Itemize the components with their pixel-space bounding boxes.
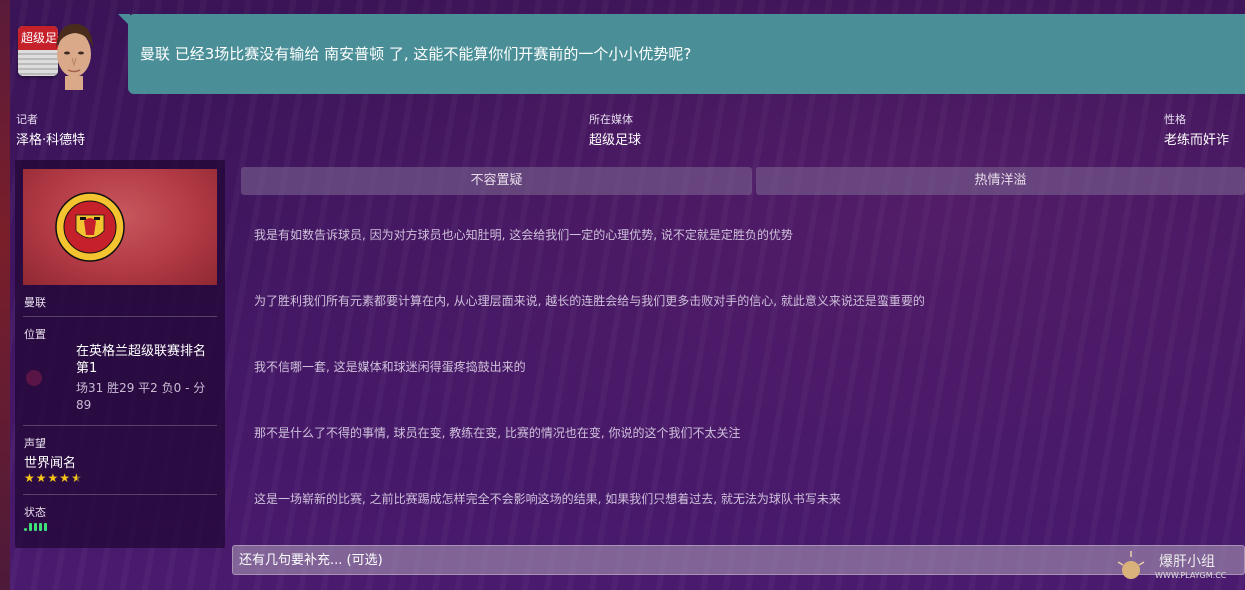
response-option[interactable]: 那不是什么了不得的事情, 球员在变, 教练在变, 比赛的情况也在变, 你说的这个… — [254, 424, 741, 441]
journalist-role-label: 记者 — [16, 113, 38, 126]
response-option[interactable]: 这是一场崭新的比赛, 之前比赛踢成怎样完全不会影响这场的结果, 如果我们只想着过… — [254, 490, 841, 507]
club-crest-icon — [55, 192, 125, 262]
left-edge-decoration — [0, 0, 10, 590]
league-position: 在英格兰超级联赛排名第1 — [76, 344, 207, 376]
star-icon: ★ — [24, 471, 36, 485]
league-icon — [26, 370, 42, 386]
media-name: 超级足球 — [589, 133, 642, 148]
additional-comment-input[interactable] — [232, 545, 1245, 575]
league-record: 场31 胜29 平2 负0 - 分 89 — [76, 381, 206, 412]
watermark-url: WWW.PLAYGM.CC — [1155, 571, 1227, 580]
response-option[interactable]: 我是有如数告诉球员, 因为对方球员也心知肚明, 这会给我们一定的心理优势, 说不… — [254, 226, 793, 243]
star-icon: ★ — [35, 471, 48, 485]
media-label: 所在媒体 — [589, 113, 633, 126]
divider — [23, 494, 217, 495]
reputation-value: 世界闻名 — [24, 456, 77, 471]
star-icon: ★ — [47, 471, 60, 485]
status-bars-icon — [24, 523, 47, 531]
reputation-label: 声望 — [24, 437, 46, 450]
half-star-icon: ★ — [71, 471, 83, 485]
question-text: 曼联 已经3场比赛没有输给 南安普顿 了, 这能不能算你们开赛前的一个小小优势呢… — [140, 45, 692, 63]
star-icon: ★ — [59, 471, 72, 485]
journalist-avatar — [56, 24, 93, 90]
response-option[interactable]: 为了胜利我们所有元素都要计算在内, 从心理层面来说, 越长的连胜会给与我们更多击… — [254, 292, 925, 309]
response-option[interactable]: 我不信哪一套, 这是媒体和球迷闲得蛋疼捣鼓出来的 — [254, 358, 526, 375]
watermark-title: 爆肝小组 — [1159, 554, 1215, 570]
divider — [23, 425, 217, 426]
position-label: 位置 — [24, 328, 46, 341]
site-watermark: 爆肝小组 WWW.PLAYGM.CC — [1117, 551, 1227, 580]
personality-value: 老练而奸诈 — [1164, 133, 1230, 148]
personality-label: 性格 — [1164, 113, 1186, 126]
tone-tab-assertive[interactable]: 不容置疑 — [241, 167, 752, 195]
tone-tab-enthusiastic[interactable]: 热情洋溢 — [756, 167, 1245, 195]
divider — [23, 316, 217, 317]
journalist-name: 泽格·科德特 — [16, 133, 86, 148]
club-name: 曼联 — [24, 296, 46, 309]
reputation-stars: ★★★★★ — [24, 471, 83, 485]
status-label: 状态 — [24, 506, 46, 519]
